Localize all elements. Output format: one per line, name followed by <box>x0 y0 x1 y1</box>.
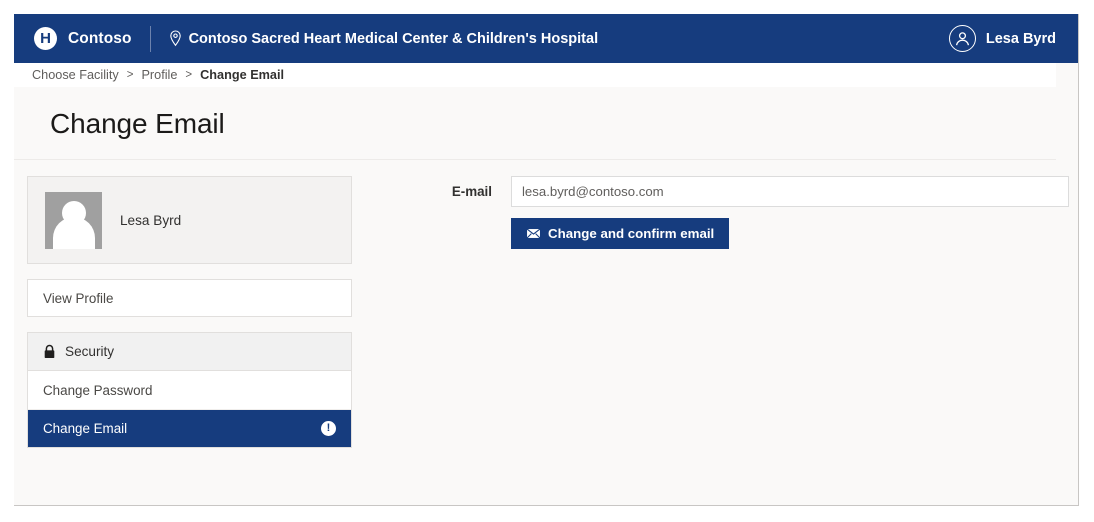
navbar-divider <box>149 25 151 52</box>
sidebar-item-label: Change Password <box>43 382 153 398</box>
breadcrumb-item-profile[interactable]: Profile <box>141 68 177 82</box>
sidebar-group-header-security: Security <box>28 333 351 371</box>
breadcrumb-separator: > <box>126 69 134 81</box>
sidebar-item-change-password[interactable]: Change Password <box>28 371 351 409</box>
application-window: H Contoso Contoso Sacred Heart Medical C… <box>14 14 1079 506</box>
sidebar-group-security: Security Change Password Change Email ! <box>27 332 352 448</box>
profile-card: Lesa Byrd <box>27 176 352 264</box>
envelope-icon <box>526 228 541 239</box>
profile-card-name: Lesa Byrd <box>120 212 182 228</box>
sidebar-item-change-email[interactable]: Change Email ! <box>28 409 351 447</box>
breadcrumb-item-choose-facility[interactable]: Choose Facility <box>32 68 119 82</box>
user-photo-placeholder-icon <box>45 191 102 249</box>
sidebar: Lesa Byrd View Profile Security Change P… <box>27 176 352 448</box>
breadcrumb-item-change-email: Change Email <box>200 68 285 82</box>
brand-home-link[interactable]: H Contoso <box>34 27 132 50</box>
breadcrumb-bar: Choose Facility > Profile > Change Email <box>14 63 1078 94</box>
user-menu-button[interactable]: Lesa Byrd <box>948 14 1056 63</box>
sidebar-item-label: Change Email <box>43 421 128 436</box>
contoso-logo-icon: H <box>34 27 57 50</box>
facility-indicator[interactable]: Contoso Sacred Heart Medical Center & Ch… <box>169 30 599 47</box>
sidebar-item-label: View Profile <box>43 290 114 306</box>
email-form-row: E-mail <box>432 176 1078 207</box>
email-input[interactable] <box>511 176 1069 207</box>
page-title: Change Email <box>50 108 225 139</box>
lock-icon <box>43 344 56 359</box>
sidebar-nav: View Profile Security Change Password Ch… <box>27 279 352 448</box>
page-header: Change Email <box>14 94 1078 160</box>
breadcrumb-separator: > <box>185 69 193 81</box>
user-name-label: Lesa Byrd <box>985 30 1056 47</box>
facility-name: Contoso Sacred Heart Medical Center & Ch… <box>188 30 599 47</box>
form-actions: Change and confirm email <box>432 218 1078 249</box>
main-form: E-mail Change and confirm email <box>352 176 1078 448</box>
user-circle-icon <box>948 25 976 52</box>
button-label: Change and confirm email <box>548 226 715 241</box>
content-area: Lesa Byrd View Profile Security Change P… <box>14 160 1078 448</box>
sidebar-group-label: Security <box>65 344 115 359</box>
sidebar-item-view-profile[interactable]: View Profile <box>27 279 352 317</box>
change-and-confirm-email-button[interactable]: Change and confirm email <box>511 218 730 249</box>
brand-name: Contoso <box>68 29 132 47</box>
location-pin-icon <box>169 30 182 47</box>
breadcrumb: Choose Facility > Profile > Change Email <box>32 63 284 87</box>
info-icon: ! <box>321 421 336 436</box>
top-navigation-bar: H Contoso Contoso Sacred Heart Medical C… <box>14 14 1078 63</box>
email-field-label: E-mail <box>451 184 492 199</box>
